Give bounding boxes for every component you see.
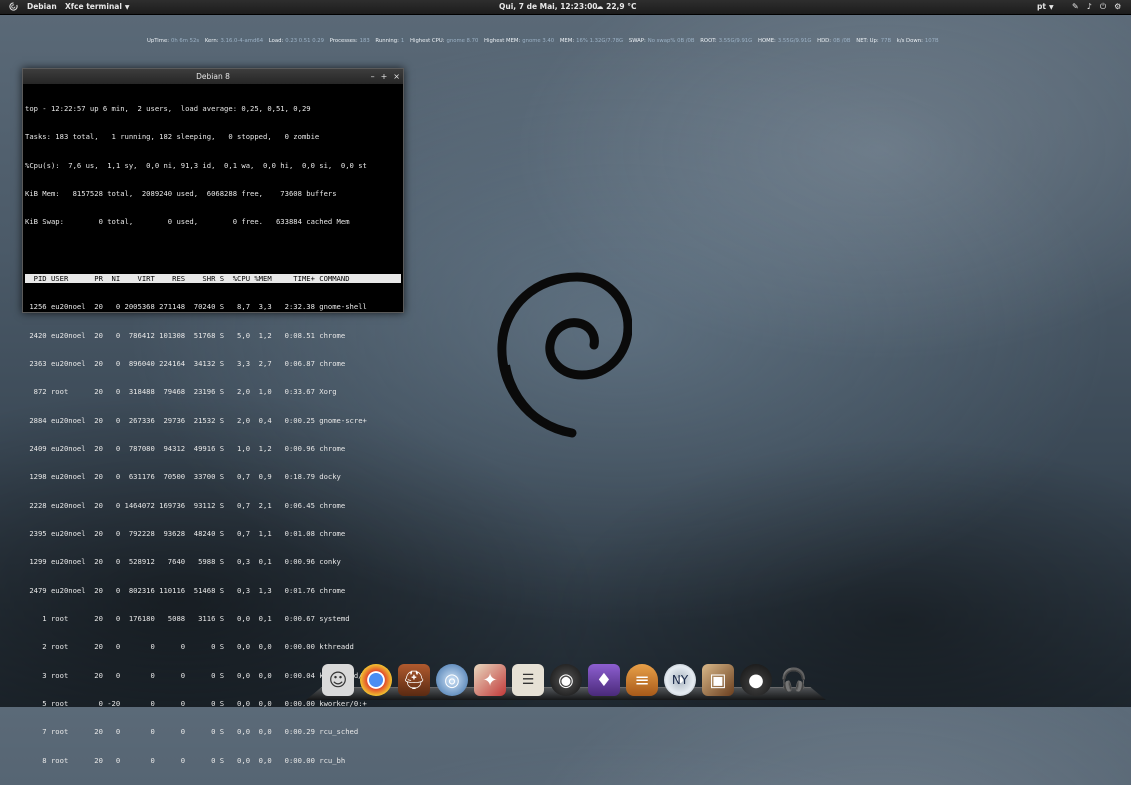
top-uptime-line: top - 12:22:57 up 6 min, 2 users, load a… [25,103,311,113]
table-row: 7 root 20 0 0 0 0 S 0,0 0,0 0:00.29 rcu_… [25,727,359,737]
processes-label: Processes: [329,38,358,44]
finder-icon[interactable]: ☺ [322,664,354,696]
table-row: 2409 eu20noel 20 0 787080 94312 49916 S … [25,444,346,454]
top-panel: Debian Xfce terminal ▼ Qui, 7 de Mai, 12:… [0,0,1131,15]
caret-down-icon: ▼ [124,4,130,11]
caret-down-icon: ▼ [1048,4,1054,11]
hdd-value: 0B /0B [833,38,851,44]
net-down-label: k/s Down: [896,38,923,44]
window-title: Debian 8 [196,72,230,81]
home-value: 3.55G/9.91G [777,38,812,44]
top-swap-line: KiB Swap: 0 total, 0 used, 0 free. 63388… [25,217,350,227]
debian-logo-icon[interactable] [9,0,18,14]
app-menu-button[interactable]: Xfce terminal ▼ [65,0,130,15]
steam-game-icon[interactable]: ♦ [588,664,620,696]
table-row: 5 root 0 -20 0 0 0 S 0,0 0,0 0:00.00 kwo… [25,699,367,709]
gear-icon[interactable]: ⚙ [1114,0,1121,14]
mem-value: 16% 1.32G/7.78G [576,38,624,44]
root-label: ROOT: [700,38,717,44]
window-controls: – + × [371,69,400,84]
burger-icon[interactable]: ≡ [626,664,658,696]
kernel-value: 3.16.0-4-amd64 [220,38,264,44]
weather-indicator[interactable]: ☁ 22,9 °C [596,0,637,14]
highest-mem-value: gnome 3.40 [522,38,555,44]
headphones-icon[interactable]: 🎧 [778,664,810,696]
cloud-icon: ☁ [596,2,604,11]
mem-label: MEM: [559,38,575,44]
net-down-value: 107B [924,38,939,44]
camera-icon[interactable]: ◉ [550,664,582,696]
app-name-label[interactable]: Debian [27,0,57,14]
table-row: 2479 eu20noel 20 0 802316 110116 51468 S… [25,585,346,595]
weather-temp: 22,9 °C [606,2,637,11]
photo-stack-icon[interactable]: ▣ [702,664,734,696]
keyboard-layout-button[interactable]: pt ▼ [1037,0,1054,15]
load-value: 0.23 0.51 0.29 [285,38,325,44]
yankees-disc-icon[interactable]: NY [664,664,696,696]
running-value: 1 [400,38,405,44]
news-reader-icon[interactable]: ☰ [512,664,544,696]
home-label: HOME: [757,38,776,44]
table-row: 2363 eu20noel 20 0 896040 224164 34132 S… [25,359,346,368]
window-titlebar[interactable]: Debian 8 – + × [23,69,403,84]
highest-mem-label: Highest MEM: [484,38,521,44]
dock-icons: ☺ ⛑ ◎ ✦ ☰ ◉ ♦ ≡ NY ▣ ● 🎧 [322,664,810,696]
maximize-button[interactable]: + [381,69,388,84]
close-button[interactable]: × [393,69,400,84]
swap-value: No swap% 0B /0B [647,38,695,44]
speaker-icon[interactable]: ♪ [1087,0,1092,14]
docky-dock: ☺ ⛑ ◎ ✦ ☰ ◉ ♦ ≡ NY ▣ ● 🎧 [306,660,826,700]
top-mem-line: KiB Mem: 8157528 total, 2089240 used, 60… [25,188,337,198]
table-row: 1299 eu20noel 20 0 528912 7640 5988 S 0,… [25,557,341,567]
running-label: Running: [375,38,399,44]
terminal-window[interactable]: Debian 8 – + × top - 12:22:57 up 6 min, … [22,68,404,765]
kernel-label: Kern: [204,38,219,44]
swap-label: SWAP: [628,38,646,44]
table-row: 1298 eu20noel 20 0 631176 70500 33700 S … [25,472,341,482]
highest-cpu-value: gnome 8.70 [446,38,479,44]
chrome-icon[interactable] [360,664,392,696]
table-row: 1 root 20 0 176180 5088 3116 S 0,0 0,1 0… [25,614,350,624]
debian-swirl-logo [497,272,632,438]
table-row: 872 root 20 0 318488 79468 23196 S 2,0 1… [25,387,337,397]
halo-helmet-icon[interactable]: ⛑ [398,664,430,696]
clock[interactable]: Qui, 7 de Mai, 12:23:00 [499,0,598,14]
net-up-value: 77B [880,38,892,44]
processes-value: 183 [359,38,370,44]
penguin-bomb-icon[interactable]: ● [740,664,772,696]
process-table-header: PID USER PR NI VIRT RES SHR S %CPU %MEM … [25,273,401,284]
app-menu-label: Xfce terminal [65,2,122,11]
top-cpu-line: %Cpu(s): 7,6 us, 1,1 sy, 0,0 ni, 91,3 id… [25,160,367,170]
highest-cpu-label: Highest CPU: [409,38,445,44]
table-row: 2884 eu20noel 20 0 267336 29736 21532 S … [25,415,367,425]
load-label: Load: [268,38,284,44]
conky-status-bar: UpTime: 0h 6m 52s Kern: 3.16.0-4-amd64 Loa… [147,38,943,44]
table-row: 2228 eu20noel 20 0 1464072 169736 93112 … [25,500,346,510]
table-row: 2395 eu20noel 20 0 792228 93628 48240 S … [25,529,346,539]
table-row: 1256 eu20noel 20 0 2005368 271148 70240 … [25,302,367,312]
language-label: pt [1037,2,1046,11]
uptime-value: 0h 6m 52s [171,38,200,44]
pencil-icon[interactable]: ✎ [1072,0,1079,14]
table-row: 8 root 20 0 0 0 0 S 0,0 0,0 0:00.00 rcu_… [25,755,346,765]
top-tasks-line: Tasks: 183 total, 1 running, 182 sleepin… [25,132,320,142]
net-up-label: NET: Up: [856,38,879,44]
hdd-label: HDD: [817,38,832,44]
uptime-label: UpTime: [147,38,169,44]
power-icon[interactable]: ⏻ [1100,0,1106,14]
system-tray: ✎ ♪ ⏻ ⚙ [1072,0,1121,14]
photos-icon[interactable]: ✦ [474,664,506,696]
disk-utility-icon[interactable]: ◎ [436,664,468,696]
minimize-button[interactable]: – [371,69,375,84]
table-row: 2420 eu20noel 20 0 786412 101308 51768 S… [25,330,346,340]
table-row: 2 root 20 0 0 0 0 S 0,0 0,0 0:00.00 kthr… [25,642,354,652]
root-value: 3.55G/9.91G [718,38,753,44]
